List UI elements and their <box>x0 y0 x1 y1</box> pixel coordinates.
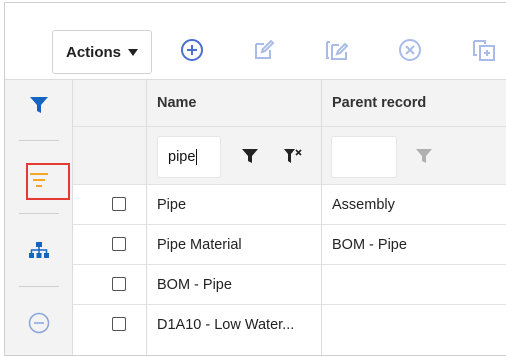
table-row[interactable]: BOM - Pipe <box>73 264 506 304</box>
rail-divider <box>19 213 59 214</box>
bulk-edit-icon[interactable] <box>324 37 350 63</box>
data-grid: Name Parent record pipe Pipe Assembly Pi… <box>73 79 506 355</box>
caret-down-icon <box>128 48 138 56</box>
column-divider <box>321 80 322 355</box>
row-checkbox[interactable] <box>112 237 126 251</box>
column-divider <box>146 80 147 355</box>
clear-filter-icon[interactable] <box>282 145 304 167</box>
column-header-name-label: Name <box>157 95 197 111</box>
filter-row: pipe <box>73 126 506 184</box>
cell-parent: BOM - Pipe <box>332 237 407 253</box>
copy-icon[interactable] <box>471 37 497 63</box>
text-cursor <box>196 149 198 165</box>
row-checkbox[interactable] <box>112 317 126 331</box>
filter-icon[interactable] <box>239 145 261 167</box>
row-checkbox[interactable] <box>112 277 126 291</box>
column-header-parent-record[interactable]: Parent record <box>322 80 506 126</box>
cell-name: BOM - Pipe <box>157 277 232 293</box>
filter-icon[interactable] <box>413 145 435 167</box>
edit-icon[interactable] <box>251 37 277 63</box>
cell-parent <box>322 305 506 345</box>
cell-parent <box>322 265 506 305</box>
cell-name: Pipe <box>157 197 187 213</box>
table-row[interactable]: D1A10 - Low Water... <box>73 304 506 344</box>
table-row[interactable]: Pipe Material BOM - Pipe <box>73 224 506 264</box>
delete-circle-icon[interactable] <box>397 37 423 63</box>
name-filter-value: pipe <box>168 149 196 165</box>
name-filter-input[interactable]: pipe <box>157 136 221 178</box>
cell-name: Pipe Material <box>157 237 242 253</box>
add-circle-icon[interactable] <box>179 37 205 63</box>
left-rail <box>5 79 73 355</box>
highlight-box <box>26 163 70 200</box>
filter-icon[interactable] <box>5 90 73 120</box>
table-row[interactable]: Pipe Assembly <box>73 184 506 224</box>
actions-label: Actions <box>65 43 121 61</box>
cell-name: D1A10 - Low Water... <box>157 317 295 333</box>
parent-filter-input[interactable] <box>331 136 397 178</box>
cell-parent: Assembly <box>332 197 395 213</box>
rail-divider <box>19 286 59 287</box>
app-frame: Actions Name Parent record pipe Pipe Ass… <box>4 2 506 356</box>
rail-divider <box>19 140 59 141</box>
column-header-name[interactable]: Name <box>147 80 321 126</box>
toolbar: Actions <box>5 3 506 79</box>
row-checkbox[interactable] <box>112 197 126 211</box>
column-header-parent-label: Parent record <box>332 95 427 111</box>
select-column-header <box>73 80 146 126</box>
actions-dropdown-button[interactable]: Actions <box>52 30 152 74</box>
collapse-icon[interactable] <box>5 306 73 340</box>
hierarchy-icon[interactable] <box>5 232 73 268</box>
